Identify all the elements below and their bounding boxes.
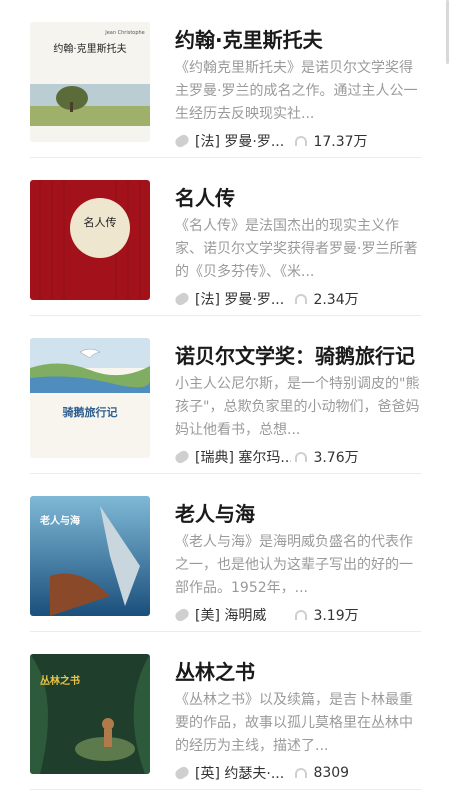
book-cover[interactable]: 骑鹅旅行记 xyxy=(30,338,150,458)
book-title[interactable]: 老人与海 xyxy=(175,498,425,527)
cover-title: 丛林之书 xyxy=(40,674,80,687)
book-meta: [英] 约瑟夫·... 8309 xyxy=(173,763,350,783)
author-icon xyxy=(173,606,191,624)
book-title[interactable]: 名人传 xyxy=(175,182,425,211)
author-icon xyxy=(173,290,191,308)
author-icon xyxy=(173,764,191,782)
headphone-icon xyxy=(295,452,308,462)
headphone-icon xyxy=(295,610,308,620)
book-cover[interactable]: 老人与海 xyxy=(30,496,150,616)
cover-subtitle: Jean Christophe xyxy=(104,30,145,36)
list-item[interactable]: Jean Christophe 约翰·克里斯托夫 约翰·克里斯托夫 《约翰克里斯… xyxy=(30,0,421,158)
book-list: Jean Christophe 约翰·克里斯托夫 约翰·克里斯托夫 《约翰克里斯… xyxy=(0,0,451,790)
author-icon xyxy=(173,448,191,466)
book-author: [法] 罗曼·罗... xyxy=(195,292,285,308)
book-description: 《丛林之书》以及续篇，是吉卜林最重要的作品，故事以孤儿莫格里在丛林中的经历为主线… xyxy=(175,692,413,754)
cover-title: 骑鹅旅行记 xyxy=(63,405,118,419)
author-icon xyxy=(173,132,191,150)
book-meta: [法] 罗曼·罗... 2.34万 xyxy=(173,289,359,309)
book-author: [美] 海明威 xyxy=(195,608,267,624)
play-count: 2.34万 xyxy=(313,292,359,308)
cover-title: 老人与海 xyxy=(39,514,80,527)
book-meta: [法] 罗曼·罗... 17.37万 xyxy=(173,131,368,151)
headphone-icon xyxy=(295,136,308,146)
book-cover[interactable]: Jean Christophe 约翰·克里斯托夫 xyxy=(30,22,150,142)
headphone-icon xyxy=(295,294,308,304)
book-author: [瑞典] 塞尔玛... xyxy=(195,450,291,466)
play-count: 8309 xyxy=(313,765,350,781)
book-title[interactable]: 诺贝尔文学奖：骑鹅旅行记 xyxy=(175,340,425,369)
book-author: [英] 约瑟夫·... xyxy=(195,766,285,782)
book-meta: [美] 海明威 3.19万 xyxy=(173,605,359,625)
book-cover[interactable]: 丛林之书 xyxy=(30,654,150,774)
book-meta: [瑞典] 塞尔玛... 3.76万 xyxy=(173,447,359,467)
book-title[interactable]: 约翰·克里斯托夫 xyxy=(175,24,425,53)
book-description: 《约翰克里斯托夫》是诺贝尔文学奖得主罗曼·罗兰的成名之作。通过主人公一生经历去反… xyxy=(175,60,418,122)
book-title[interactable]: 丛林之书 xyxy=(175,656,425,685)
book-cover[interactable]: 名人传 xyxy=(30,180,150,300)
book-description: 《名人传》是法国杰出的现实主义作家、诺贝尔文学奖获得者罗曼·罗兰所著的《贝多芬传… xyxy=(175,218,418,280)
list-item[interactable]: 骑鹅旅行记 诺贝尔文学奖：骑鹅旅行记 小主人公尼尔斯，是一个特别调皮的"熊孩子"… xyxy=(30,316,421,474)
headphone-icon xyxy=(295,768,308,778)
book-author: [法] 罗曼·罗... xyxy=(195,134,285,150)
play-count: 17.37万 xyxy=(313,134,368,150)
list-item[interactable]: 名人传 名人传 《名人传》是法国杰出的现实主义作家、诺贝尔文学奖获得者罗曼·罗兰… xyxy=(30,158,421,316)
book-description: 《老人与海》是海明威负盛名的代表作之一，也是他认为这辈子写出的好的一部作品。19… xyxy=(175,534,413,596)
play-count: 3.76万 xyxy=(313,450,359,466)
list-item[interactable]: 老人与海 老人与海 《老人与海》是海明威负盛名的代表作之一，也是他认为这辈子写出… xyxy=(30,474,421,632)
cover-title: 约翰·克里斯托夫 xyxy=(53,42,126,55)
book-description: 小主人公尼尔斯，是一个特别调皮的"熊孩子"，总欺负家里的小动物们，爸爸妈妈让他看… xyxy=(175,376,420,438)
cover-title: 名人传 xyxy=(84,215,117,229)
play-count: 3.19万 xyxy=(313,608,359,624)
scrollbar[interactable] xyxy=(446,0,449,64)
list-item[interactable]: 丛林之书 丛林之书 《丛林之书》以及续篇，是吉卜林最重要的作品，故事以孤儿莫格里… xyxy=(30,632,421,790)
